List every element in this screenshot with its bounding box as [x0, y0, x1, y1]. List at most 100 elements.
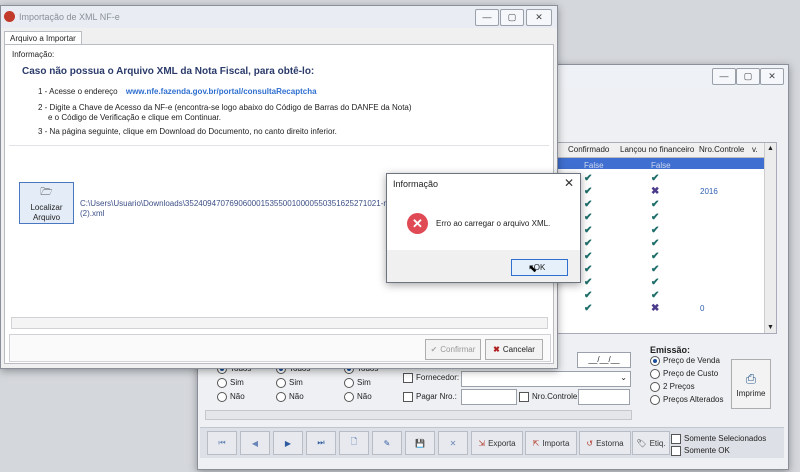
import-minimize-button[interactable]: — — [475, 9, 499, 26]
main-close-button[interactable]: ✕ — [760, 68, 784, 85]
radio-2-precos[interactable]: 2 Preços — [650, 382, 723, 395]
radio-label: Não — [289, 392, 304, 402]
fornecedor-checkbox[interactable]: Fornecedor: — [403, 373, 459, 383]
table-row[interactable]: False False — [556, 159, 764, 172]
nro-controle-checkbox[interactable]: Nro.Controle — [519, 392, 577, 402]
somente-selecionados-label: Somente Selecionados — [684, 434, 767, 444]
radio-precos-alterados[interactable]: Preços Alterados — [650, 395, 723, 408]
ok-button[interactable]: OK — [511, 259, 568, 276]
check-icon: ✔ — [584, 290, 593, 301]
radio-nao-3[interactable]: Não — [344, 392, 378, 406]
col-header-v[interactable]: v. — [752, 143, 758, 157]
cancelar-button[interactable]: ✖ Cancelar — [485, 339, 543, 360]
table-row[interactable]: ✔ ✖ 0 — [556, 302, 764, 315]
etiq-button[interactable]: 🏷 Etiq. — [632, 431, 670, 455]
check-icon: ✔ — [651, 173, 660, 184]
table-row[interactable]: ✔ ✔ — [556, 276, 764, 289]
estorna-label: Estorna — [596, 438, 624, 448]
radio-nao-1[interactable]: Não — [217, 392, 251, 406]
somente-ok-label: Somente OK — [684, 446, 730, 456]
col-header-nro-controle[interactable]: Nro.Controle — [699, 143, 744, 157]
checkbox-box — [519, 392, 529, 402]
check-icon: ✔ — [584, 277, 593, 288]
step3: 3 - Na página seguinte, clique em Downlo… — [38, 127, 337, 136]
confirmar-label: Confirmar — [440, 345, 476, 354]
radio-preco-venda[interactable]: Preço de Venda — [650, 356, 723, 369]
exporta-button[interactable]: ⇲ Exporta — [471, 431, 523, 455]
localizar-arquivo-button[interactable]: 🗁 Localizar Arquivo — [19, 182, 74, 224]
tab-arquivo-importar[interactable]: Arquivo a Importar — [4, 31, 82, 45]
radio-sim-1[interactable]: Sim — [217, 378, 251, 392]
date-input[interactable]: __/__/__ — [577, 352, 631, 368]
radio-dot — [650, 369, 660, 379]
fornecedor-label: Fornecedor: — [416, 373, 460, 383]
somente-selecionados-checkbox[interactable]: Somente Selecionados — [671, 434, 766, 444]
edit-record-button[interactable]: ✎ — [372, 431, 402, 455]
check-icon: ✔ — [651, 225, 660, 236]
estorna-button[interactable]: ↺ Estorna — [579, 431, 631, 455]
check-icon: ✔ — [651, 199, 660, 210]
col-header-lancou[interactable]: Lançou no financeiro — [620, 143, 694, 157]
nav-prev-button[interactable]: ◀ — [240, 431, 270, 455]
delete-record-button[interactable]: ✕ — [438, 431, 468, 455]
nav-first-button[interactable]: ⏮ — [207, 431, 237, 455]
radio-sim-2[interactable]: Sim — [276, 378, 310, 392]
fornecedor-select[interactable]: ⌄ — [461, 371, 631, 387]
check-icon: ✔ — [651, 238, 660, 249]
radio-dot — [217, 392, 227, 402]
imprime-button[interactable]: ⎙ Imprime — [731, 359, 771, 409]
tab-label: Arquivo a Importar — [10, 34, 76, 43]
pagar-checkbox[interactable]: Pagar Nro.: — [403, 392, 457, 402]
info-heading: Caso não possua o Arquivo XML da Nota Fi… — [22, 66, 315, 77]
table-row[interactable]: ✔ ✔ — [556, 224, 764, 237]
step1-link[interactable]: www.nfe.fazenda.gov.br/portal/consultaRe… — [126, 87, 317, 96]
main-minimize-button[interactable]: — — [712, 68, 736, 85]
table-row[interactable]: ✔ ✖ 2016 — [556, 185, 764, 198]
grid-scrollbar[interactable]: ▲ ▼ — [764, 143, 776, 333]
radio-label: 2 Preços — [663, 382, 695, 392]
cancelar-label: Cancelar — [502, 345, 535, 354]
radio-label: Preço de Venda — [663, 356, 720, 366]
table-row[interactable]: ✔ ✔ — [556, 198, 764, 211]
first-icon: ⏮ — [218, 438, 226, 447]
check-icon: ✔ — [651, 277, 660, 288]
dialog-message: Erro ao carregar o arquivo XML. — [436, 219, 551, 228]
nro-controle-input[interactable] — [578, 389, 630, 405]
step1-text: 1 - Acesse o endereço — [38, 87, 118, 96]
nav-last-button[interactable]: ⏭ — [306, 431, 336, 455]
scroll-down-icon[interactable]: ▼ — [767, 324, 774, 331]
importa-button[interactable]: ⇱ Importa — [525, 431, 577, 455]
radio-sim-3[interactable]: Sim — [344, 378, 378, 392]
table-row[interactable]: ✔ ✔ — [556, 250, 764, 263]
table-row[interactable]: ✔ ✔ — [556, 172, 764, 185]
import-window-title: Importação de XML NF-e — [19, 12, 120, 22]
radio-dot — [344, 392, 354, 402]
table-row[interactable]: ✔ ✔ — [556, 289, 764, 302]
radio-label: Preço de Custo — [663, 369, 719, 379]
file-path: C:\Users\Usuario\Downloads\3524094707690… — [80, 199, 394, 219]
table-row[interactable]: ✔ ✔ — [556, 263, 764, 276]
check-icon: ✔ — [430, 345, 438, 354]
nav-next-button[interactable]: ▶ — [273, 431, 303, 455]
table-row[interactable]: ✔ ✔ — [556, 237, 764, 250]
x-mark-icon: ✖ — [651, 186, 660, 197]
import-close-button[interactable]: ✕ — [526, 9, 552, 26]
pagar-input[interactable] — [461, 389, 517, 405]
save-record-button[interactable]: 💾 — [405, 431, 435, 455]
col-header-confirmado[interactable]: Confirmado — [568, 143, 609, 157]
locate-label-1: Localizar — [30, 202, 63, 212]
main-maximize-button[interactable]: ▢ — [736, 68, 760, 85]
dialog-close-button[interactable]: ✕ — [564, 176, 574, 190]
somente-ok-checkbox[interactable]: Somente OK — [671, 446, 730, 456]
file-path-line2: (2).xml — [80, 209, 105, 218]
new-record-button[interactable]: 🗋 — [339, 431, 369, 455]
radio-dot — [217, 378, 227, 388]
radio-preco-custo[interactable]: Preço de Custo — [650, 369, 723, 382]
radio-nao-2[interactable]: Não — [276, 392, 310, 406]
import-maximize-button[interactable]: ▢ — [500, 9, 524, 26]
radio-label: Sim — [230, 378, 244, 388]
confirmar-button[interactable]: ✔ Confirmar — [425, 339, 481, 360]
scroll-up-icon[interactable]: ▲ — [767, 145, 774, 152]
table-row[interactable]: ✔ ✔ — [556, 211, 764, 224]
horizontal-scrollbar[interactable] — [205, 410, 632, 420]
